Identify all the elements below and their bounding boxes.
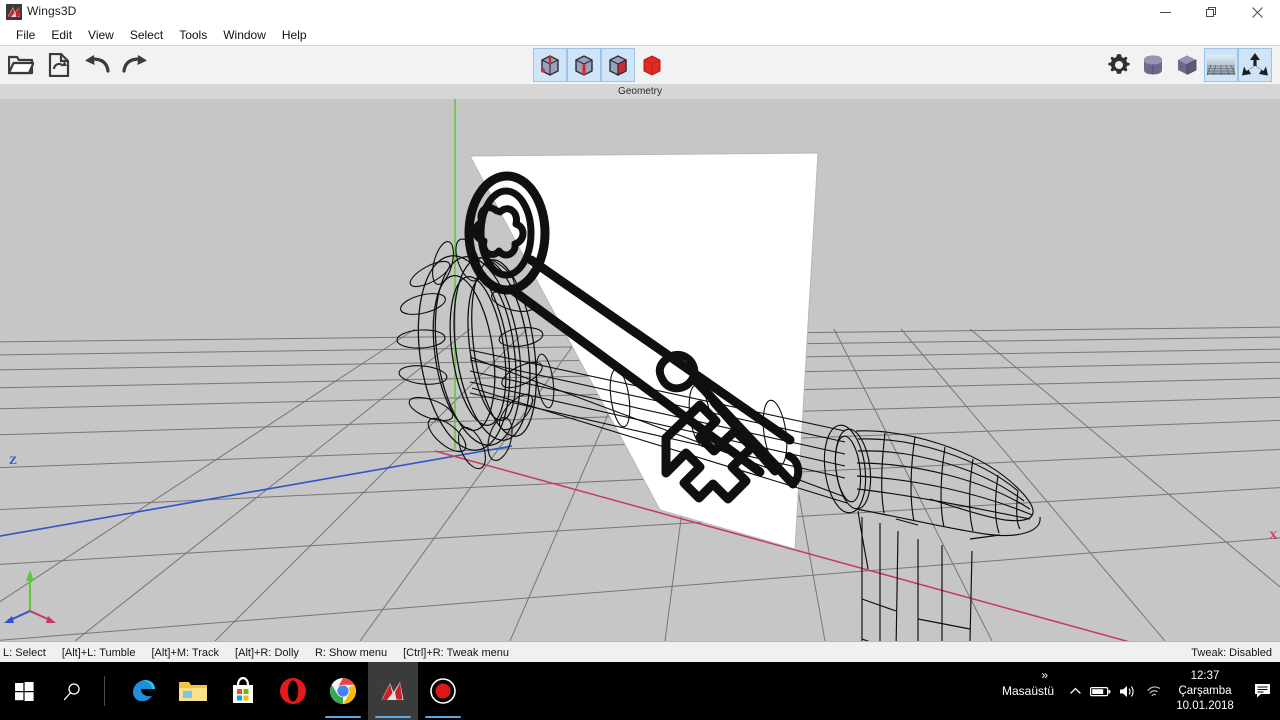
- redo-arrow-icon[interactable]: [118, 48, 152, 82]
- hint-tumble: [Alt]+L: Tumble: [61, 646, 136, 659]
- edge-browser-icon[interactable]: [118, 662, 168, 720]
- hint-dolly: [Alt]+R: Dolly: [235, 646, 299, 659]
- show-axes-icon[interactable]: [1238, 48, 1272, 82]
- hint-track: [Alt]+M: Track: [151, 646, 220, 659]
- menu-window[interactable]: Window: [215, 26, 274, 44]
- vertex-mode-icon[interactable]: [533, 48, 567, 82]
- title-bar: Wings3D: [0, 0, 1280, 26]
- windows-taskbar: » Masaüstü 12:37 Çarşamba 10.01.2018: [0, 662, 1280, 720]
- chrome-browser-icon[interactable]: [318, 662, 368, 720]
- menu-file[interactable]: File: [8, 26, 43, 44]
- clock-day: Çarşamba: [1178, 684, 1232, 697]
- x-axis-label: X: [1269, 528, 1278, 542]
- menu-view[interactable]: View: [80, 26, 122, 44]
- menu-select[interactable]: Select: [122, 26, 171, 44]
- clock-date: 10.01.2018: [1176, 699, 1234, 712]
- toolbar-file-group: [4, 46, 152, 84]
- menu-bar: File Edit View Select Tools Window Help: [0, 25, 1280, 45]
- wings3d-app-icon: [6, 4, 22, 20]
- wings3d-application-window: Wings3D File Edit View Select Tools Wind…: [0, 0, 1280, 720]
- show-hidden-icons-icon[interactable]: [1062, 662, 1088, 720]
- geometry-viewport[interactable]: Z X: [0, 99, 1280, 641]
- opera-browser-icon[interactable]: [268, 662, 318, 720]
- tweak-status-label: Tweak: Disabled: [1191, 646, 1272, 659]
- status-bar: L: Select [Alt]+L: Tumble [Alt]+M: Track…: [0, 641, 1280, 663]
- edge-mode-icon[interactable]: [567, 48, 601, 82]
- wifi-icon[interactable]: [1140, 662, 1166, 720]
- volume-icon[interactable]: [1114, 662, 1140, 720]
- hint-select: L: Select: [3, 646, 46, 659]
- taskbar-app-list: [118, 662, 468, 720]
- menu-edit[interactable]: Edit: [43, 26, 80, 44]
- status-hints: L: Select [Alt]+L: Tumble [Alt]+M: Track…: [3, 642, 509, 663]
- undo-arrow-icon[interactable]: [80, 48, 114, 82]
- gear-preferences-icon[interactable]: [1102, 48, 1136, 82]
- ground-plane-icon[interactable]: [1204, 48, 1238, 82]
- microsoft-store-icon[interactable]: [218, 662, 268, 720]
- battery-icon[interactable]: [1088, 662, 1114, 720]
- search-icon[interactable]: [48, 662, 96, 720]
- flat-shade-cube-icon[interactable]: [1170, 48, 1204, 82]
- main-toolbar: [0, 45, 1280, 85]
- running-indicator: [425, 716, 461, 718]
- geometry-window-caption: Geometry: [0, 84, 1280, 100]
- system-tray: Masaüstü 12:37 Çarşamba 10.01.2018: [994, 662, 1280, 720]
- viewport-scene: [0, 99, 1280, 641]
- z-axis-label: Z: [9, 453, 18, 467]
- window-controls: [1142, 0, 1280, 25]
- desktop-peek-label[interactable]: Masaüstü: [994, 684, 1062, 698]
- screen-recorder-icon[interactable]: [418, 662, 468, 720]
- face-mode-icon[interactable]: [601, 48, 635, 82]
- taskbar-clock[interactable]: 12:37 Çarşamba 10.01.2018: [1166, 669, 1244, 714]
- taskbar-divider: [104, 676, 105, 706]
- hint-show-menu: R: Show menu: [314, 646, 388, 659]
- save-export-icon[interactable]: [42, 48, 76, 82]
- toolbar-view-group: [1102, 48, 1272, 82]
- close-button[interactable]: [1234, 0, 1280, 25]
- open-folder-icon[interactable]: [4, 48, 38, 82]
- smooth-shade-cube-icon[interactable]: [1136, 48, 1170, 82]
- selection-mode-group: [533, 48, 669, 82]
- menu-help[interactable]: Help: [274, 26, 315, 44]
- running-indicator: [375, 716, 411, 718]
- body-mode-icon[interactable]: [635, 48, 669, 82]
- clock-time: 12:37: [1190, 669, 1220, 682]
- action-center-icon[interactable]: [1244, 662, 1280, 720]
- hint-tweak-menu: [Ctrl]+R: Tweak menu: [403, 646, 509, 659]
- window-title: Wings3D: [27, 4, 77, 18]
- windows-start-icon[interactable]: [0, 662, 48, 720]
- wings3d-taskbar-icon[interactable]: [368, 662, 418, 720]
- status-tweak: Tweak: Disabled: [1191, 642, 1272, 663]
- menu-tools[interactable]: Tools: [171, 26, 215, 44]
- restore-button[interactable]: [1188, 0, 1234, 25]
- minimize-button[interactable]: [1142, 0, 1188, 25]
- running-indicator: [325, 716, 361, 718]
- geometry-caption-label: Geometry: [618, 86, 662, 97]
- file-explorer-icon[interactable]: [168, 662, 218, 720]
